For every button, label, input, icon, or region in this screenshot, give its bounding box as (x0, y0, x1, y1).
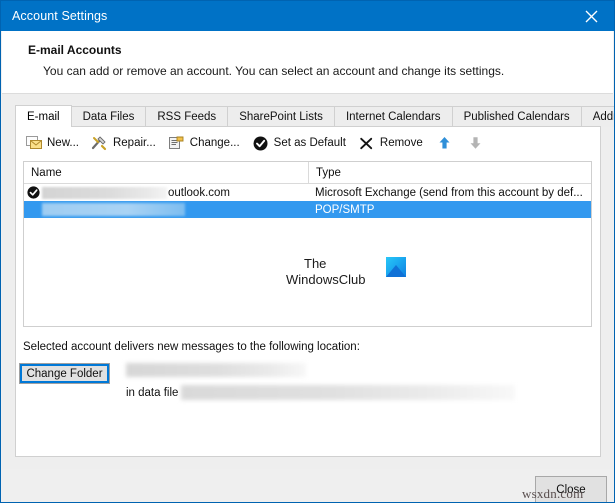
repair-tools-icon (91, 135, 108, 152)
toolbar-label: Repair... (112, 137, 156, 149)
tab-strip: E-mail Data Files RSS Feeds SharePoint L… (15, 105, 614, 127)
account-name-cell: outlook.com (24, 184, 308, 201)
tab-data-files[interactable]: Data Files (70, 106, 147, 127)
tab-label: Internet Calendars (345, 111, 441, 123)
account-settings-dialog: Account Settings E-mail Accounts You can… (0, 0, 615, 503)
tab-address-books[interactable]: Address Books (580, 106, 614, 127)
dialog-footer: Close (2, 469, 613, 502)
accounts-list-header: Name Type (24, 162, 591, 184)
toolbar-label: Remove (379, 137, 423, 149)
remove-x-icon (358, 135, 375, 152)
title-bar: Account Settings (1, 1, 614, 31)
toolbar-label: New... (47, 137, 79, 149)
move-down-arrow-icon (467, 135, 484, 152)
close-button-label: Close (556, 484, 586, 496)
tab-sharepoint-lists[interactable]: SharePoint Lists (227, 106, 335, 127)
change-folder-label: Change Folder (26, 367, 103, 380)
account-type-cell: Microsoft Exchange (send from this accou… (315, 186, 583, 199)
email-tab-panel: New... Repair... Change... Set as Defaul… (15, 126, 601, 457)
column-header-type[interactable]: Type (308, 162, 591, 183)
tab-label: RSS Feeds (157, 111, 217, 123)
tab-rss-feeds[interactable]: RSS Feeds (145, 106, 229, 127)
new-account-button[interactable]: New... (20, 131, 84, 155)
change-settings-icon (168, 135, 185, 152)
tab-label: Address Books (592, 111, 614, 123)
delivery-location-label: Selected account delivers new messages t… (23, 341, 360, 353)
page-title: E-mail Accounts (28, 43, 122, 57)
toolbar-label: Set as Default (273, 137, 346, 149)
account-name-suffix: outlook.com (168, 186, 231, 199)
redacted-folder-path (126, 363, 306, 377)
close-icon[interactable] (569, 1, 614, 31)
tab-internet-calendars[interactable]: Internet Calendars (333, 106, 453, 127)
remove-account-button[interactable]: Remove (353, 131, 428, 155)
new-mail-icon (25, 135, 42, 152)
move-up-arrow-icon (436, 135, 453, 152)
windowsclub-watermark: The WindowsClub (286, 256, 436, 306)
toolbar-label: Change... (189, 137, 240, 149)
check-circle-icon (252, 135, 269, 152)
page-subtitle: You can add or remove an account. You ca… (43, 64, 505, 78)
accounts-list[interactable]: Name Type outlook.com Microsoft Exchange… (23, 161, 592, 327)
in-data-file-label: in data file (126, 387, 179, 399)
redacted-account-name (42, 203, 185, 216)
tab-label: SharePoint Lists (239, 111, 323, 123)
close-button[interactable]: Close (535, 476, 607, 502)
table-row[interactable]: outlook.com Microsoft Exchange (send fro… (24, 184, 591, 201)
watermark-line-1: The (304, 256, 327, 271)
change-folder-button[interactable]: Change Folder (19, 363, 110, 384)
accounts-toolbar: New... Repair... Change... Set as Defaul… (16, 127, 604, 159)
tab-published-calendars[interactable]: Published Calendars (451, 106, 582, 127)
tab-label: E-mail (27, 110, 60, 123)
move-up-button[interactable] (430, 131, 459, 155)
default-account-placeholder (24, 201, 42, 218)
redacted-data-file-path (181, 385, 515, 400)
account-name-cell (24, 201, 308, 218)
window-title: Account Settings (12, 9, 108, 23)
watermark-line-2: WindowsClub (286, 272, 366, 287)
tab-email[interactable]: E-mail (15, 105, 72, 127)
move-down-button (461, 131, 490, 155)
column-header-name[interactable]: Name (24, 162, 308, 183)
dialog-header: E-mail Accounts You can add or remove an… (2, 31, 613, 94)
set-as-default-button[interactable]: Set as Default (247, 131, 351, 155)
repair-account-button[interactable]: Repair... (86, 131, 161, 155)
default-account-check-icon (24, 184, 42, 201)
dialog-body: E-mail Data Files RSS Feeds SharePoint L… (2, 94, 614, 469)
tab-label: Published Calendars (463, 111, 570, 123)
windowsclub-logo-icon (386, 257, 406, 277)
redacted-account-name (42, 186, 167, 199)
change-account-button[interactable]: Change... (163, 131, 245, 155)
tab-label: Data Files (82, 111, 135, 123)
table-row[interactable]: POP/SMTP (24, 201, 591, 218)
account-type-cell: POP/SMTP (315, 203, 375, 216)
